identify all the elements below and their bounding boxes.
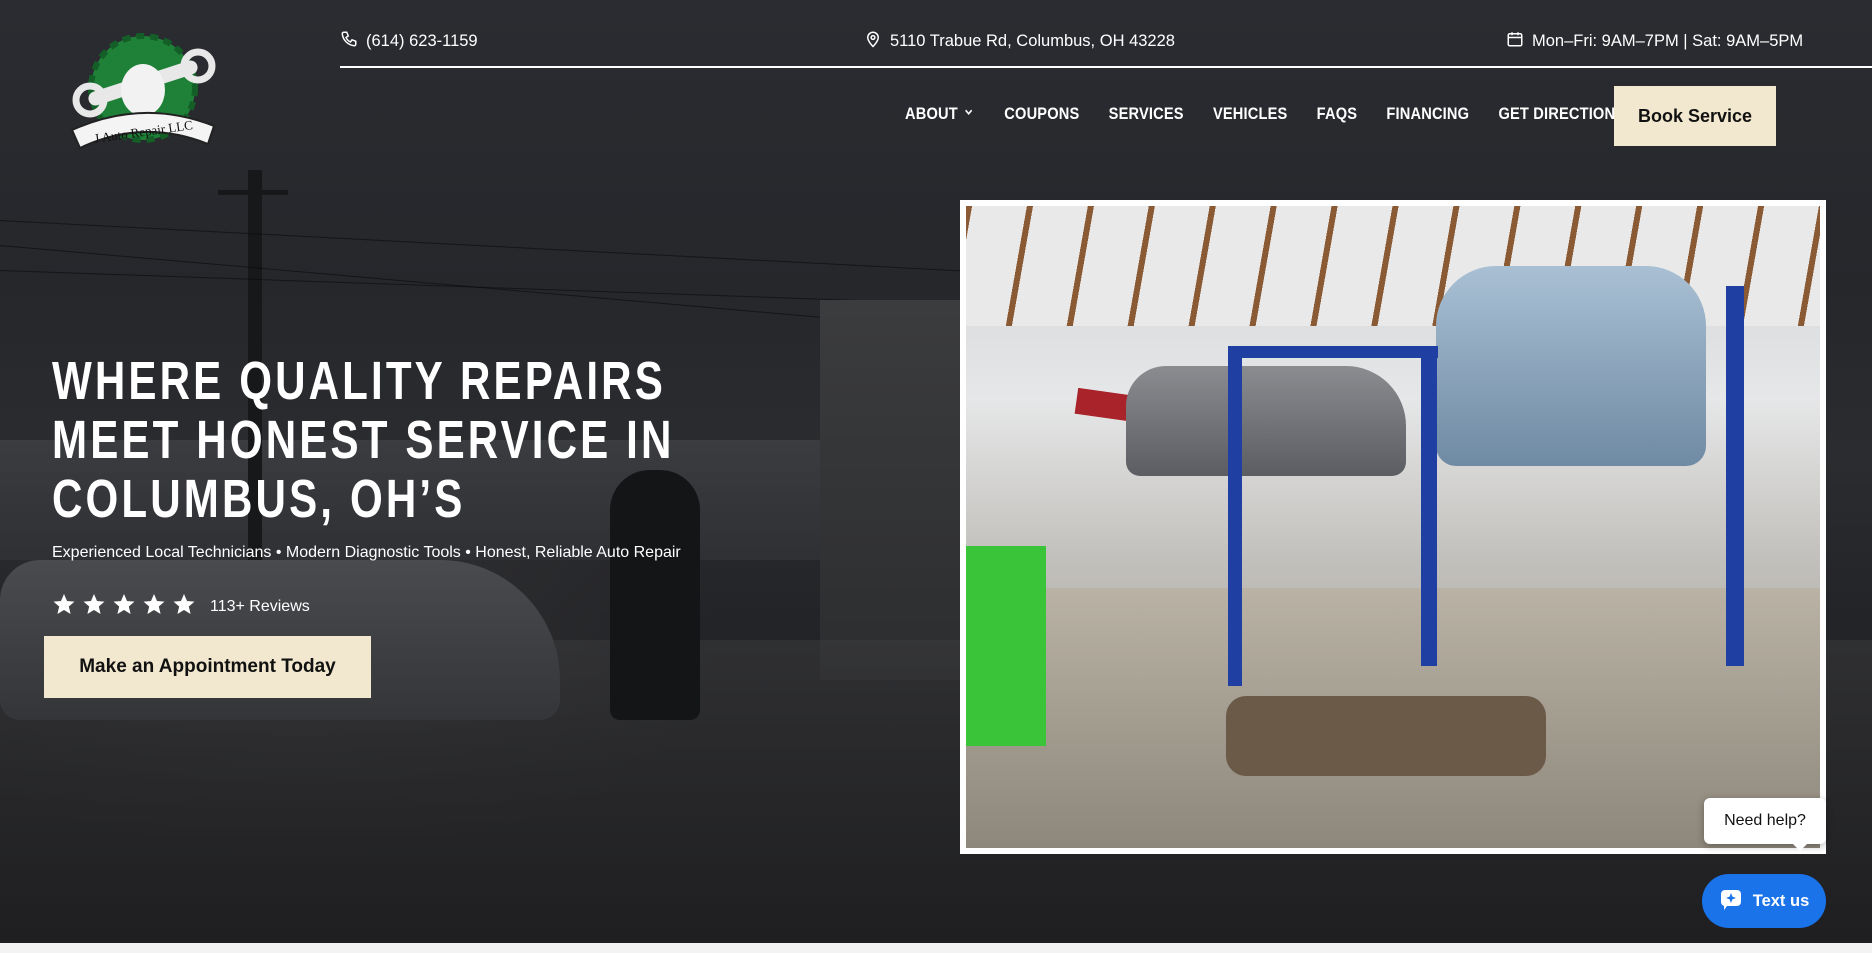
main-nav: ABOUT COUPONS SERVICES VEHICLES FAQS FIN… [905, 104, 1625, 124]
nav-item-label: GET DIRECTIONS [1498, 104, 1626, 123]
hours-text: Mon–Fri: 9AM–7PM | Sat: 9AM–5PM [1532, 32, 1804, 50]
star-icon [172, 592, 196, 621]
lifted-minivan [1436, 266, 1706, 466]
nav-item-coupons[interactable]: COUPONS [1004, 104, 1079, 124]
address-text: 5110 Trabue Rd, Columbus, OH 43228 [890, 32, 1175, 50]
nav-item-get-directions[interactable]: GET DIRECTIONS [1498, 104, 1625, 124]
top-info-bar: (614) 623-1159 5110 Trabue Rd, Columbus,… [340, 28, 1872, 68]
car-lift-post [1228, 356, 1242, 686]
book-service-button[interactable]: Book Service [1614, 86, 1776, 146]
background-truck [820, 300, 960, 680]
nav-item-label: VEHICLES [1212, 104, 1288, 123]
hours-info: Mon–Fri: 9AM–7PM | Sat: 9AM–5PM [1506, 30, 1803, 53]
background-person [610, 470, 700, 720]
calendar-icon [1506, 30, 1524, 53]
phone-icon [340, 30, 358, 53]
power-line [0, 220, 999, 274]
nav-item-label: SERVICES [1108, 104, 1184, 123]
headline-line: MEET HONEST SERVICE IN [52, 410, 675, 470]
review-rating[interactable]: 113+ Reviews [52, 592, 310, 621]
headline-line: WHERE QUALITY REPAIRS [52, 351, 666, 411]
chat-sparkle-icon [1719, 887, 1743, 916]
star-icon [82, 592, 106, 621]
nav-item-about[interactable]: ABOUT [905, 104, 975, 124]
lifted-sedan [1126, 366, 1406, 476]
nav-item-label: COUPONS [1004, 104, 1080, 123]
star-icon [112, 592, 136, 621]
star-icon [142, 592, 166, 621]
map-pin-icon [864, 30, 882, 53]
green-toolbox [966, 546, 1046, 746]
car-subframe [1226, 696, 1546, 776]
address-link[interactable]: 5110 Trabue Rd, Columbus, OH 43228 [864, 30, 1175, 53]
headline-line: COLUMBUS, OH’S [52, 469, 466, 529]
utility-pole-arm [218, 190, 288, 195]
garage-image [966, 206, 1820, 848]
car-lift-post [1726, 286, 1744, 666]
make-appointment-button[interactable]: Make an Appointment Today [44, 636, 371, 698]
car-lift-beam [1228, 346, 1438, 358]
hero-headline: WHERE QUALITY REPAIRS MEET HONEST SERVIC… [52, 351, 675, 529]
nav-item-vehicles[interactable]: VEHICLES [1213, 104, 1287, 124]
reviews-count: 113+ Reviews [210, 597, 310, 615]
text-us-label: Text us [1752, 891, 1810, 910]
need-help-bubble[interactable]: Need help? [1704, 798, 1826, 851]
phone-number: (614) 623-1159 [366, 32, 478, 50]
torn-paper-edge [0, 943, 1872, 953]
car-lift-post [1421, 346, 1437, 666]
garage-photo [960, 200, 1826, 854]
nav-item-services[interactable]: SERVICES [1109, 104, 1184, 124]
phone-link[interactable]: (614) 623-1159 [340, 30, 478, 53]
nav-item-faqs[interactable]: FAQS [1317, 104, 1358, 124]
nav-item-label: FINANCING [1386, 104, 1470, 123]
nav-item-label: FAQS [1316, 104, 1358, 123]
hero-tagline: Experienced Local Technicians • Modern D… [52, 544, 681, 561]
chevron-down-icon [963, 104, 975, 124]
logo[interactable]: J Auto Repair LLC [58, 18, 228, 158]
nav-item-financing[interactable]: FINANCING [1386, 104, 1469, 124]
text-us-button[interactable]: Text us [1702, 874, 1826, 928]
logo-emblem: J Auto Repair LLC [70, 33, 216, 150]
star-icon [52, 592, 76, 621]
nav-item-label: ABOUT [905, 104, 958, 123]
star-rating [52, 592, 196, 621]
